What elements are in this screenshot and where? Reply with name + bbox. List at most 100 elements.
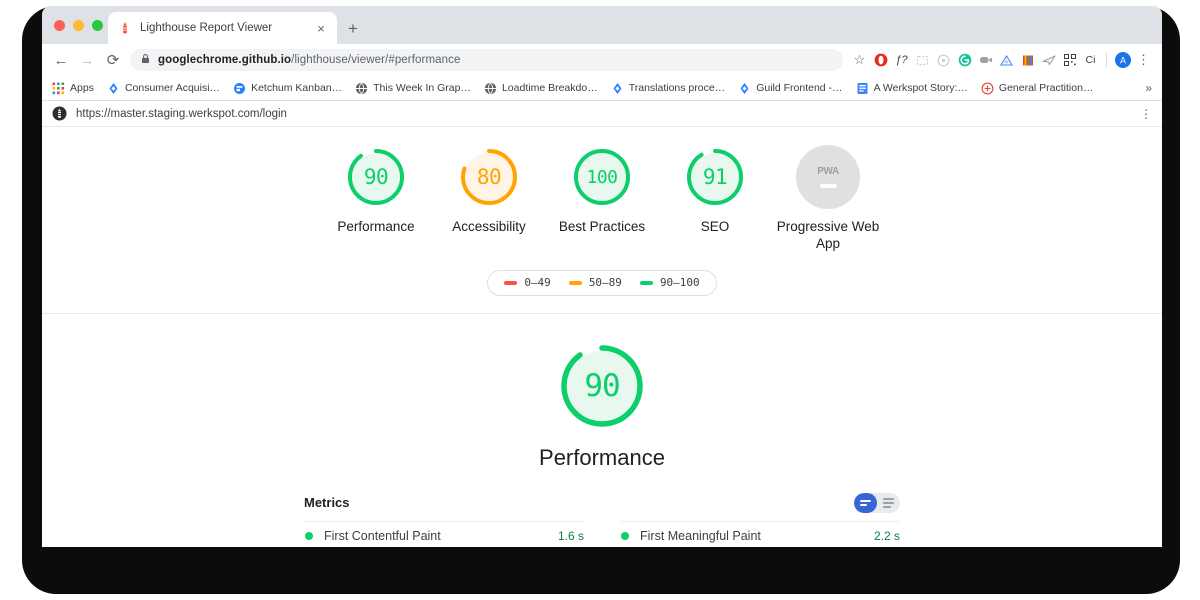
pwa-badge-text: PWA — [817, 166, 839, 177]
gauge-performance: 90 — [344, 145, 408, 209]
expanded-view-icon — [883, 497, 894, 508]
tab-strip: Lighthouse Report Viewer × + — [42, 6, 1162, 44]
window-minimize-button[interactable] — [73, 20, 84, 31]
bookmark-label: Translations proce… — [628, 82, 726, 94]
gauge-category-performance: 90 — [556, 340, 648, 432]
colorpicker-extension-icon[interactable] — [1017, 49, 1038, 71]
legend-item-fail: 0–49 — [504, 276, 551, 289]
legend-range: 50–89 — [588, 276, 622, 290]
report-menu-icon[interactable]: ⋮ — [1140, 108, 1152, 120]
bookmark-item-loadtime-breakdown[interactable]: Loadtime Breakdo… — [484, 82, 598, 95]
back-button[interactable]: ← — [48, 47, 74, 73]
legend-dash-icon — [568, 281, 582, 285]
browser-window: Lighthouse Report Viewer × + ← → ⟳ googl… — [42, 6, 1162, 547]
gauge-value: 90 — [584, 367, 620, 404]
jira-icon — [611, 82, 624, 95]
url-host: googlechrome.github.io — [158, 54, 292, 66]
grammarly-icon[interactable] — [954, 49, 975, 71]
kanban-icon — [233, 82, 246, 95]
gauge-pwa: PWA — [796, 145, 860, 209]
gauge-accessibility: 80 — [457, 145, 521, 209]
browser-tab[interactable]: Lighthouse Report Viewer × — [108, 12, 337, 44]
svg-text:A: A — [1119, 55, 1125, 65]
bookmarks-overflow-button[interactable]: » — [1145, 81, 1154, 95]
score-accessibility[interactable]: 80 Accessibility — [433, 145, 546, 236]
gauge-seo: 91 — [683, 145, 747, 209]
disc-extension-icon[interactable] — [933, 49, 954, 71]
lighthouse-report: 90 Performance 80 Accessibility 100 Best… — [42, 127, 1162, 547]
legend-range: 90–100 — [659, 276, 700, 290]
metrics-header: Metrics — [304, 492, 900, 521]
bookmark-label: A Werkspot Story:… — [873, 82, 968, 94]
metrics-title: Metrics — [304, 495, 350, 511]
address-bar[interactable]: googlechrome.github.io/lighthouse/viewer… — [130, 49, 843, 71]
metric-row-first-contentful-paint[interactable]: First Contentful Paint 1.6 s — [304, 520, 584, 547]
score-gauges-row: 90 Performance 80 Accessibility 100 Best… — [42, 127, 1162, 253]
bookmark-item-apps[interactable]: Apps — [52, 82, 94, 95]
doc-icon — [856, 82, 869, 95]
bookmark-label: Loadtime Breakdo… — [501, 82, 598, 94]
bookmark-item-werkspot-story[interactable]: A Werkspot Story:… — [856, 82, 968, 95]
bookmark-label: Consumer Acquisi… — [124, 82, 221, 94]
simple-view-toggle[interactable] — [854, 492, 877, 513]
browser-toolbar: ← → ⟳ googlechrome.github.io/lighthouse/… — [42, 44, 1162, 76]
metric-row-first-meaningful-paint[interactable]: First Meaningful Paint 2.2 s — [620, 520, 900, 547]
metric-value: 1.6 s — [557, 529, 584, 544]
lighthouse-icon — [118, 21, 132, 35]
window-close-button[interactable] — [54, 20, 65, 31]
bookmark-label: Ketchum Kanban… — [251, 82, 343, 94]
close-icon[interactable]: × — [313, 20, 329, 36]
bookmark-item-consumer-acquisition[interactable]: Consumer Acquisi… — [107, 82, 220, 95]
reload-button[interactable]: ⟳ — [100, 47, 126, 73]
bookmark-item-guild-frontend[interactable]: Guild Frontend -… — [738, 82, 843, 95]
legend-item-average: 50–89 — [568, 276, 622, 290]
video-extension-icon[interactable] — [975, 49, 996, 71]
gauge-best-practices: 100 — [570, 145, 634, 209]
paperplane-extension-icon[interactable] — [1038, 49, 1059, 71]
jira-icon — [107, 82, 120, 95]
window-maximize-button[interactable] — [92, 20, 103, 31]
score-legend-row: 0–49 50–89 90–100 — [42, 269, 1162, 296]
bookmark-label: This Week In Grap… — [373, 82, 471, 94]
warning-triangle-icon[interactable] — [996, 49, 1017, 71]
report-url-text: https://master.staging.werkspot.com/logi… — [76, 107, 287, 120]
simple-view-icon — [860, 499, 871, 506]
category-header: 90 Performance — [42, 314, 1162, 471]
legend-dash-icon — [504, 281, 518, 285]
qrcode-extension-icon[interactable] — [1059, 49, 1080, 71]
profile-avatar[interactable]: A — [1112, 49, 1133, 71]
metrics-view-toggle[interactable] — [854, 492, 900, 513]
bookmark-item-general-practitioner[interactable]: General Practition… — [981, 82, 1094, 95]
bookmark-item-this-week-in-graph[interactable]: This Week In Grap… — [355, 82, 471, 95]
metric-status-icon — [304, 532, 313, 541]
score-performance[interactable]: 90 Performance — [320, 145, 433, 236]
bookmark-star-icon[interactable]: ☆ — [849, 49, 870, 71]
bookmark-item-ketchum-kanban[interactable]: Ketchum Kanban… — [233, 82, 342, 95]
expanded-view-toggle[interactable] — [877, 493, 900, 513]
gauge-value: 80 — [476, 165, 502, 189]
clipboard-extension-icon[interactable]: Ci — [1080, 49, 1101, 71]
globe-icon — [355, 82, 368, 95]
new-tab-button[interactable]: + — [342, 17, 364, 39]
score-label: Accessibility — [452, 219, 526, 234]
score-label: Performance — [337, 219, 415, 234]
screenshot-extension-icon[interactable] — [912, 49, 933, 71]
toolbar-divider — [1106, 53, 1107, 67]
address-bar-url: googlechrome.github.io/lighthouse/viewer… — [158, 54, 460, 66]
metric-status-icon — [620, 532, 629, 541]
legend-range: 0–49 — [524, 276, 551, 290]
metric-name: First Contentful Paint — [324, 529, 441, 544]
apps-grid-icon — [52, 82, 65, 95]
bookmark-item-translations-process[interactable]: Translations proce… — [611, 82, 725, 95]
score-best-practices[interactable]: 100 Best Practices — [546, 145, 659, 236]
opera-extension-icon[interactable] — [870, 49, 891, 71]
forward-button[interactable]: → — [74, 47, 100, 73]
bookmark-label: Guild Frontend -… — [756, 82, 843, 94]
chrome-menu-icon[interactable]: ⋮ — [1133, 49, 1154, 71]
fontface-ninja-icon[interactable]: ƒ? — [891, 49, 912, 71]
score-seo[interactable]: 91 SEO — [659, 145, 772, 236]
report-url-banner: https://master.staging.werkspot.com/logi… — [42, 101, 1162, 127]
bookmark-label: General Practition… — [998, 82, 1094, 94]
bookmark-label: Apps — [70, 82, 94, 94]
score-progressive-web-app[interactable]: PWA Progressive Web App — [772, 145, 885, 253]
